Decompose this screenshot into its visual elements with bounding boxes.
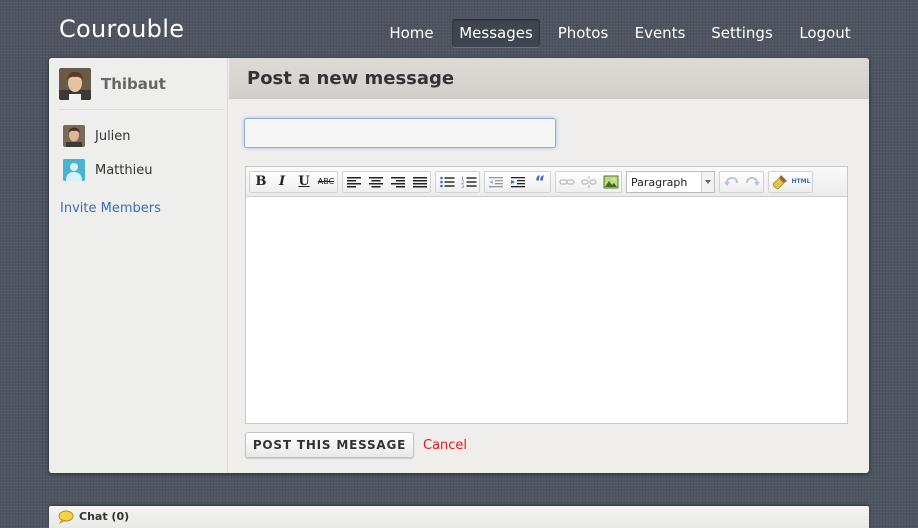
member-name: Julien [95, 129, 131, 144]
cancel-link[interactable]: Cancel [423, 438, 467, 453]
undo-icon[interactable] [721, 173, 741, 191]
outdent-icon[interactable] [486, 173, 506, 191]
member-name: Matthieu [95, 163, 153, 178]
chat-bubble-icon [58, 510, 74, 525]
default-avatar-icon [63, 159, 85, 181]
main-card: Thibaut Julien Matthieu Invite Members P… [49, 58, 869, 473]
image-icon[interactable] [601, 173, 621, 191]
member-julien[interactable]: Julien [63, 125, 213, 147]
bold-icon[interactable]: B [251, 173, 271, 191]
chat-label: Chat (0) [79, 510, 130, 523]
strikethrough-icon[interactable]: ABC [316, 173, 336, 191]
toolbar-group-align [342, 171, 431, 193]
toolbar-group-links [555, 171, 622, 193]
html-source-icon[interactable]: HTML [790, 173, 812, 191]
member-matthieu[interactable]: Matthieu [63, 159, 213, 181]
current-user-name[interactable]: Thibaut [101, 75, 166, 93]
nav-home[interactable]: Home [381, 19, 442, 47]
link-icon[interactable] [557, 173, 577, 191]
editor-toolbar: B I U ABC 1 2 3 “ Paragraph HTML [246, 167, 847, 197]
sidebar-divider [59, 109, 224, 110]
format-select[interactable]: Paragraph [626, 171, 715, 193]
align-center-icon[interactable] [366, 173, 386, 191]
italic-icon[interactable]: I [272, 173, 292, 191]
blockquote-icon[interactable]: “ [530, 173, 550, 191]
nav-messages[interactable]: Messages [452, 19, 540, 47]
svg-text:3: 3 [461, 184, 464, 190]
nav-logout[interactable]: Logout [790, 19, 860, 47]
page-title: Post a new message [247, 68, 455, 89]
toolbar-group-tools: HTML [768, 171, 813, 193]
unlink-icon[interactable] [579, 173, 599, 191]
nav-settings[interactable]: Settings [704, 19, 780, 47]
invite-members-link[interactable]: Invite Members [60, 201, 161, 216]
user-avatar-photo [63, 125, 85, 147]
nav-events[interactable]: Events [626, 19, 694, 47]
top-nav: Home Messages Photos Events Settings Log… [0, 19, 918, 47]
align-left-icon[interactable] [344, 173, 364, 191]
subject-input[interactable] [244, 118, 556, 148]
format-select-value: Paragraph [631, 176, 688, 189]
numbered-list-icon[interactable]: 123 [459, 173, 479, 191]
post-message-button[interactable]: POST THIS MESSAGE [245, 432, 414, 458]
bulleted-list-icon[interactable] [437, 173, 457, 191]
toolbar-group-lists: 123 [435, 171, 480, 193]
align-right-icon[interactable] [388, 173, 408, 191]
toolbar-group-indent: “ [484, 171, 551, 193]
underline-icon[interactable]: U [294, 173, 314, 191]
nav-photos[interactable]: Photos [550, 19, 616, 47]
align-justify-icon[interactable] [410, 173, 430, 191]
toolbar-group-text: B I U ABC [249, 171, 338, 193]
rich-text-editor: B I U ABC 1 2 3 “ Paragraph HTML [245, 166, 848, 424]
sidebar: Thibaut Julien Matthieu Invite Members [49, 58, 228, 473]
current-user-avatar[interactable] [59, 68, 91, 100]
indent-icon[interactable] [508, 173, 528, 191]
toolbar-group-history [719, 171, 764, 193]
cleanup-icon[interactable] [770, 173, 790, 191]
chat-bar[interactable]: Chat (0) [49, 506, 869, 528]
chevron-down-icon [701, 172, 714, 192]
page-header: Post a new message [229, 58, 869, 99]
editor-content-area[interactable] [246, 198, 847, 423]
redo-icon[interactable] [743, 173, 763, 191]
